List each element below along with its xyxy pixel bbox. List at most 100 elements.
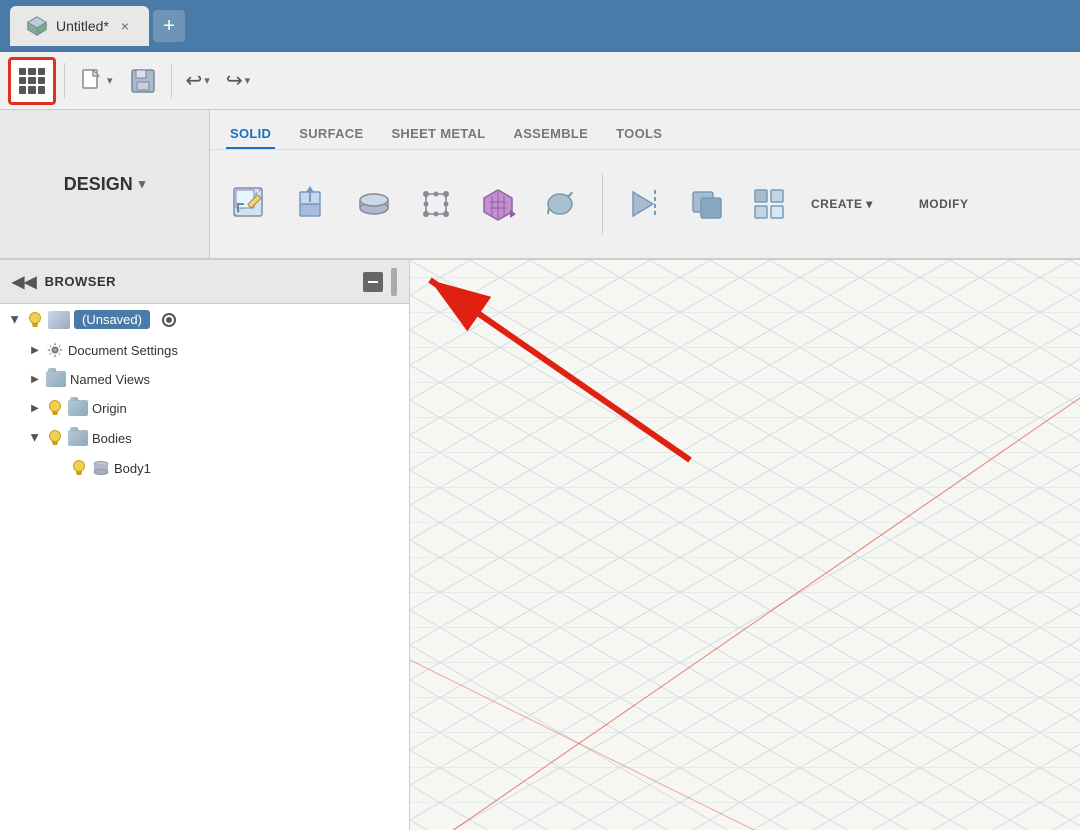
freeform-button[interactable] xyxy=(532,180,588,228)
bulb-body1 xyxy=(70,459,88,477)
expand-arrow-named-views: ▶ xyxy=(28,372,42,386)
mirror-button[interactable] xyxy=(617,180,673,228)
ribbon-content: CREATE ▾ MODIFY xyxy=(210,150,1080,258)
tab-assemble[interactable]: ASSEMBLE xyxy=(510,118,593,149)
folder-icon-bodies xyxy=(68,430,88,446)
new-file-dropdown[interactable]: ▾ xyxy=(107,74,113,87)
revolve-icon xyxy=(354,184,394,224)
extrude-button[interactable] xyxy=(284,180,340,228)
scale-button[interactable] xyxy=(408,180,464,228)
combine-button[interactable] xyxy=(679,180,735,228)
browser-title: BROWSER xyxy=(45,274,355,289)
bulb-icon-body1 xyxy=(72,459,86,477)
bulb-bodies xyxy=(46,429,64,447)
cylinder-icon-body1 xyxy=(92,459,110,477)
ribbon-separator xyxy=(602,174,603,234)
browser-minimize-button[interactable] xyxy=(363,272,383,292)
gear-icon xyxy=(46,341,64,359)
expand-arrow-doc-settings: ▶ xyxy=(28,343,42,357)
ribbon-right: SOLID SURFACE SHEET METAL ASSEMBLE TOOLS xyxy=(210,110,1080,258)
bulb-origin xyxy=(46,399,64,417)
document-settings-label: Document Settings xyxy=(68,343,178,358)
ribbon-area: DESIGN ▾ SOLID SURFACE SHEET METAL ASSEM… xyxy=(0,110,1080,260)
undo-button[interactable]: ↩ ▾ xyxy=(180,64,216,97)
tree-item-body1[interactable]: ▶ Body1 xyxy=(0,453,409,483)
cylinder-svg xyxy=(92,459,110,477)
toolbar-separator-2 xyxy=(171,63,172,99)
redo-icon: ↪ xyxy=(226,68,243,93)
mesh-icon xyxy=(478,184,518,224)
combine-icon xyxy=(687,184,727,224)
undo-icon: ↩ xyxy=(186,68,203,93)
bulb-icon-origin xyxy=(48,399,62,417)
extrude-icon xyxy=(292,184,332,224)
pattern-button[interactable] xyxy=(741,180,797,228)
toolbar: ▾ ↩ ▾ ↪ ▾ xyxy=(0,52,1080,110)
browser-header: ◀◀ BROWSER xyxy=(0,260,409,304)
unsaved-label: (Unsaved) xyxy=(74,310,150,329)
tab-title: Untitled* xyxy=(56,18,109,34)
design-label: DESIGN ▾ xyxy=(64,174,146,195)
tab-bar: Untitled* × + xyxy=(0,0,1080,52)
browser-panel: ◀◀ BROWSER ▶ xyxy=(0,260,410,830)
tab-tools[interactable]: TOOLS xyxy=(612,118,666,149)
design-text: DESIGN xyxy=(64,174,133,195)
save-icon xyxy=(129,67,157,95)
folder-icon-origin xyxy=(68,400,88,416)
modify-section: MODIFY xyxy=(919,195,969,213)
gear-icon-doc-settings xyxy=(46,341,64,359)
bodies-label: Bodies xyxy=(92,431,132,446)
design-panel: DESIGN ▾ xyxy=(0,110,210,258)
bulb-icon xyxy=(28,311,42,329)
scale-icon xyxy=(416,184,456,224)
new-file-button[interactable]: ▾ xyxy=(73,64,119,98)
tab-solid[interactable]: SOLID xyxy=(226,118,275,149)
origin-label: Origin xyxy=(92,401,127,416)
tree-item-origin[interactable]: ▶ Origin xyxy=(0,393,409,423)
folder-icon-unsaved xyxy=(48,311,70,329)
cube-icon xyxy=(26,15,48,37)
mirror-icon xyxy=(625,184,665,224)
radio-unsaved[interactable] xyxy=(162,313,176,327)
tab-sheet-metal[interactable]: SHEET METAL xyxy=(387,118,489,149)
folder-icon-named-views xyxy=(46,371,66,387)
create-sketch-icon xyxy=(230,184,270,224)
grid-button[interactable] xyxy=(8,57,56,105)
create-label: CREATE ▾ xyxy=(811,197,873,211)
create-section: CREATE ▾ xyxy=(811,197,873,211)
freeform-icon xyxy=(540,184,580,224)
pattern-icon xyxy=(749,184,789,224)
mesh-button[interactable] xyxy=(470,180,526,228)
revolve-button[interactable] xyxy=(346,180,402,228)
expand-arrow-bodies: ▶ xyxy=(28,431,42,445)
tab-close-button[interactable]: × xyxy=(117,16,133,36)
new-tab-button[interactable]: + xyxy=(153,10,185,42)
tree-item-bodies[interactable]: ▶ Bodies xyxy=(0,423,409,453)
content-row: ◀◀ BROWSER ▶ xyxy=(0,260,1080,830)
redo-button[interactable]: ↪ ▾ xyxy=(220,64,256,97)
tree-item-root[interactable]: ▶ (Unsaved) xyxy=(0,304,409,335)
save-button[interactable] xyxy=(123,63,163,99)
minimize-icon xyxy=(367,276,379,288)
expand-arrow-root: ▶ xyxy=(8,313,22,327)
design-dropdown-arrow[interactable]: ▾ xyxy=(139,176,146,192)
new-file-icon xyxy=(79,68,105,94)
toolbar-separator-1 xyxy=(64,63,65,99)
bulb-unsaved xyxy=(26,311,44,329)
modify-label: MODIFY xyxy=(919,197,969,211)
create-sketch-button[interactable] xyxy=(222,180,278,228)
expand-arrow-origin: ▶ xyxy=(28,401,42,415)
named-views-label: Named Views xyxy=(70,372,150,387)
browser-collapse-button[interactable]: ◀◀ xyxy=(12,272,37,292)
document-tab[interactable]: Untitled* × xyxy=(10,6,149,46)
tab-surface[interactable]: SURFACE xyxy=(295,118,367,149)
iso-grid-background xyxy=(410,260,1080,830)
browser-drag-handle[interactable] xyxy=(391,268,397,296)
app-container: Untitled* × + ▾ xyxy=(0,0,1080,830)
grid-icon xyxy=(19,68,45,94)
tree-item-named-views[interactable]: ▶ Named Views xyxy=(0,365,409,393)
bulb-icon-bodies xyxy=(48,429,62,447)
body1-label: Body1 xyxy=(114,461,151,476)
tree-item-document-settings[interactable]: ▶ Document Settings xyxy=(0,335,409,365)
canvas-area[interactable] xyxy=(410,260,1080,830)
